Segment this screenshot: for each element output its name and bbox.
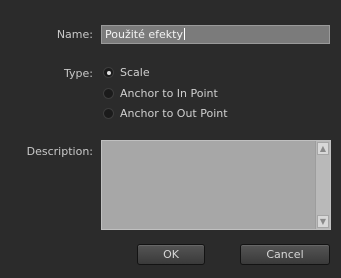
radio-anchor-in-point-indicator[interactable] xyxy=(103,88,114,99)
type-label: Type: xyxy=(64,67,93,80)
description-scrollbar[interactable]: ▲ ▼ xyxy=(315,141,330,229)
ok-button[interactable]: OK xyxy=(137,244,205,265)
dialog-window: Name: Použité efekty Type: Scale Anchor … xyxy=(0,0,341,278)
name-field[interactable]: Použité efekty xyxy=(101,25,330,44)
radio-scale-indicator[interactable] xyxy=(103,67,114,78)
chevron-down-icon[interactable]: ▼ xyxy=(317,215,329,228)
radio-scale[interactable]: Scale xyxy=(103,65,150,80)
radio-anchor-in-point-label: Anchor to In Point xyxy=(120,87,218,100)
name-field-value: Použité efekty xyxy=(105,28,183,41)
radio-anchor-in-point[interactable]: Anchor to In Point xyxy=(103,86,218,101)
description-textarea[interactable]: ▲ ▼ xyxy=(101,140,331,230)
radio-scale-label: Scale xyxy=(120,66,150,79)
cancel-button[interactable]: Cancel xyxy=(240,244,330,265)
radio-anchor-out-point[interactable]: Anchor to Out Point xyxy=(103,106,228,121)
radio-anchor-out-point-label: Anchor to Out Point xyxy=(120,107,228,120)
radio-anchor-out-point-indicator[interactable] xyxy=(103,108,114,119)
name-label: Name: xyxy=(56,28,93,41)
description-label: Description: xyxy=(26,145,93,158)
text-caret xyxy=(183,28,185,40)
chevron-up-icon[interactable]: ▲ xyxy=(317,142,329,155)
